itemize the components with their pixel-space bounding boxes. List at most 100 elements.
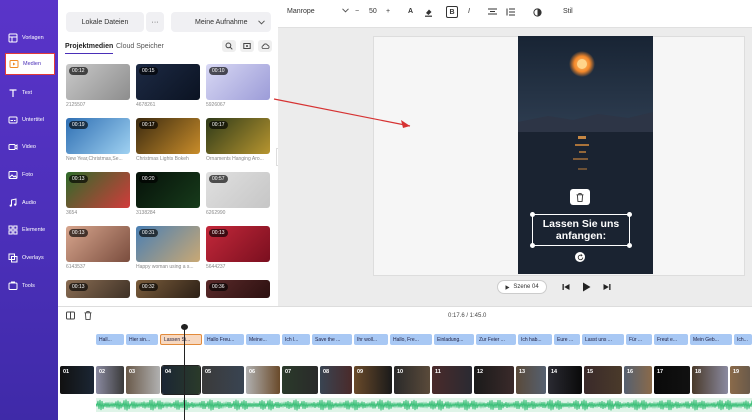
- text-clip[interactable]: Hier sin...: [126, 334, 158, 345]
- video-clip[interactable]: 13: [516, 366, 546, 394]
- media-thumbnail[interactable]: 00:13: [206, 226, 270, 262]
- local-files-button[interactable]: Lokale Dateien: [66, 12, 144, 32]
- media-thumbnail[interactable]: 00:31: [136, 226, 200, 262]
- text-clip[interactable]: Meine...: [246, 334, 280, 345]
- font-select[interactable]: Manrope: [287, 8, 349, 15]
- more-options-button[interactable]: ···: [146, 12, 164, 32]
- sidebar-item-tools[interactable]: Tools: [5, 275, 55, 297]
- tab-project-media[interactable]: Projektmedien: [65, 43, 114, 54]
- resize-handle[interactable]: [627, 243, 632, 248]
- media-thumbnail[interactable]: 00:15: [136, 64, 200, 100]
- video-clip[interactable]: 08: [320, 366, 352, 394]
- cloud-upload-button[interactable]: [258, 40, 272, 52]
- text-clip[interactable]: Für ...: [626, 334, 652, 345]
- resize-handle[interactable]: [530, 243, 535, 248]
- search-button[interactable]: [222, 40, 236, 52]
- sidebar-item-foto[interactable]: Foto: [5, 164, 55, 186]
- text-clip[interactable]: Hallo, Fre...: [390, 334, 432, 345]
- clip-number: 08: [323, 369, 330, 375]
- text-clip[interactable]: Eure ...: [554, 334, 580, 345]
- sidebar-item-video[interactable]: Video: [5, 136, 55, 158]
- video-clip[interactable]: 10: [394, 366, 430, 394]
- media-thumbnail[interactable]: 00:13: [66, 280, 130, 298]
- video-clip[interactable]: 19: [730, 366, 750, 394]
- media-thumbnail[interactable]: 00:12: [66, 64, 130, 100]
- split-icon[interactable]: [66, 311, 75, 320]
- record-button[interactable]: [240, 40, 254, 52]
- video-clip[interactable]: 17: [654, 366, 690, 394]
- resize-handle[interactable]: [627, 212, 632, 217]
- video-clip[interactable]: 16: [624, 366, 652, 394]
- media-thumbnail[interactable]: 00:10: [206, 64, 270, 100]
- opacity-button[interactable]: [533, 8, 542, 19]
- media-thumbnail[interactable]: 00:57: [206, 172, 270, 208]
- sidebar-item-overlays[interactable]: Overlays: [5, 247, 55, 269]
- text-clip[interactable]: Ich hab...: [518, 334, 552, 345]
- resize-handle[interactable]: [530, 212, 535, 217]
- spacing-button[interactable]: [506, 8, 515, 18]
- trash-icon[interactable]: [84, 311, 92, 320]
- video-clip[interactable]: 03: [126, 366, 160, 394]
- sidebar-item-audio[interactable]: Audio: [5, 192, 55, 214]
- video-clip[interactable]: 04: [161, 365, 201, 395]
- media-thumbnail[interactable]: 00:13: [66, 172, 130, 208]
- playhead[interactable]: [184, 324, 185, 420]
- text-clip[interactable]: Ich...: [734, 334, 752, 345]
- sidebar-item-vorlagen[interactable]: Vorlagen: [5, 27, 55, 49]
- video-clip[interactable]: 01: [60, 366, 94, 394]
- video-clip[interactable]: 02: [96, 366, 124, 394]
- text-clip[interactable]: Einladung...: [434, 334, 474, 345]
- text-clip[interactable]: Hallo Freu...: [204, 334, 244, 345]
- media-thumbnail[interactable]: 00:36: [206, 280, 270, 298]
- video-clip[interactable]: 14: [548, 366, 582, 394]
- tab-cloud-storage[interactable]: Cloud Speicher: [116, 43, 164, 50]
- video-clip[interactable]: 15: [584, 366, 622, 394]
- style-button[interactable]: Stil: [563, 8, 573, 15]
- italic-button[interactable]: I: [468, 8, 470, 15]
- clip-number: 04: [165, 369, 172, 375]
- playhead-handle[interactable]: [181, 324, 188, 330]
- font-size-value[interactable]: 50: [369, 8, 377, 15]
- text-clip[interactable]: Zur Feier ...: [476, 334, 516, 345]
- highlight-button[interactable]: [424, 8, 433, 19]
- skip-forward-icon[interactable]: [603, 283, 611, 291]
- size-increase-button[interactable]: +: [386, 8, 390, 15]
- text-clip[interactable]: Lasst uns ...: [582, 334, 624, 345]
- size-decrease-button[interactable]: −: [355, 8, 359, 15]
- album-select[interactable]: Meine Aufnahme: [171, 12, 271, 32]
- video-clip[interactable]: 09: [354, 366, 392, 394]
- media-thumbnail[interactable]: 00:13: [66, 226, 130, 262]
- video-clip[interactable]: 18: [692, 366, 728, 394]
- rotate-handle[interactable]: [575, 252, 585, 262]
- video-clip[interactable]: 06: [246, 366, 280, 394]
- text-clip[interactable]: Lassen Si...: [160, 334, 202, 345]
- media-thumbnail[interactable]: 00:17: [136, 118, 200, 154]
- align-button[interactable]: [488, 8, 497, 18]
- text-clip[interactable]: Save the ...: [312, 334, 352, 345]
- text-clip[interactable]: Ich l...: [282, 334, 310, 345]
- text-clip[interactable]: Freut e...: [654, 334, 688, 345]
- bold-button[interactable]: B: [446, 6, 458, 18]
- video-clip[interactable]: 11: [432, 366, 472, 394]
- scene-selector[interactable]: Szene 04: [497, 280, 547, 294]
- sidebar-item-untertitel[interactable]: Untertitel: [5, 109, 55, 131]
- video-clip[interactable]: 07: [282, 366, 318, 394]
- sidebar-item-text[interactable]: Text: [5, 82, 55, 104]
- sidebar-item-elemente[interactable]: Elemente: [5, 219, 55, 241]
- play-icon[interactable]: [582, 282, 591, 292]
- sidebar-item-medien[interactable]: Medien: [5, 53, 55, 75]
- audio-waveform[interactable]: [96, 398, 752, 412]
- delete-element-button[interactable]: [570, 189, 590, 205]
- video-clip[interactable]: 05: [202, 366, 244, 394]
- text-clip[interactable]: Ihr woll...: [354, 334, 388, 345]
- media-thumbnail[interactable]: 00:17: [206, 118, 270, 154]
- media-thumbnail[interactable]: 00:19: [66, 118, 130, 154]
- text-selection-box[interactable]: Lassen Sie uns anfangen:: [530, 212, 632, 248]
- text-clip[interactable]: Mein Geb...: [690, 334, 732, 345]
- skip-back-icon[interactable]: [562, 283, 570, 291]
- text-clip[interactable]: Hall...: [96, 334, 124, 345]
- media-thumbnail[interactable]: 00:20: [136, 172, 200, 208]
- media-thumbnail[interactable]: 00:32: [136, 280, 200, 298]
- video-clip[interactable]: 12: [474, 366, 514, 394]
- text-color-button[interactable]: A: [408, 8, 413, 15]
